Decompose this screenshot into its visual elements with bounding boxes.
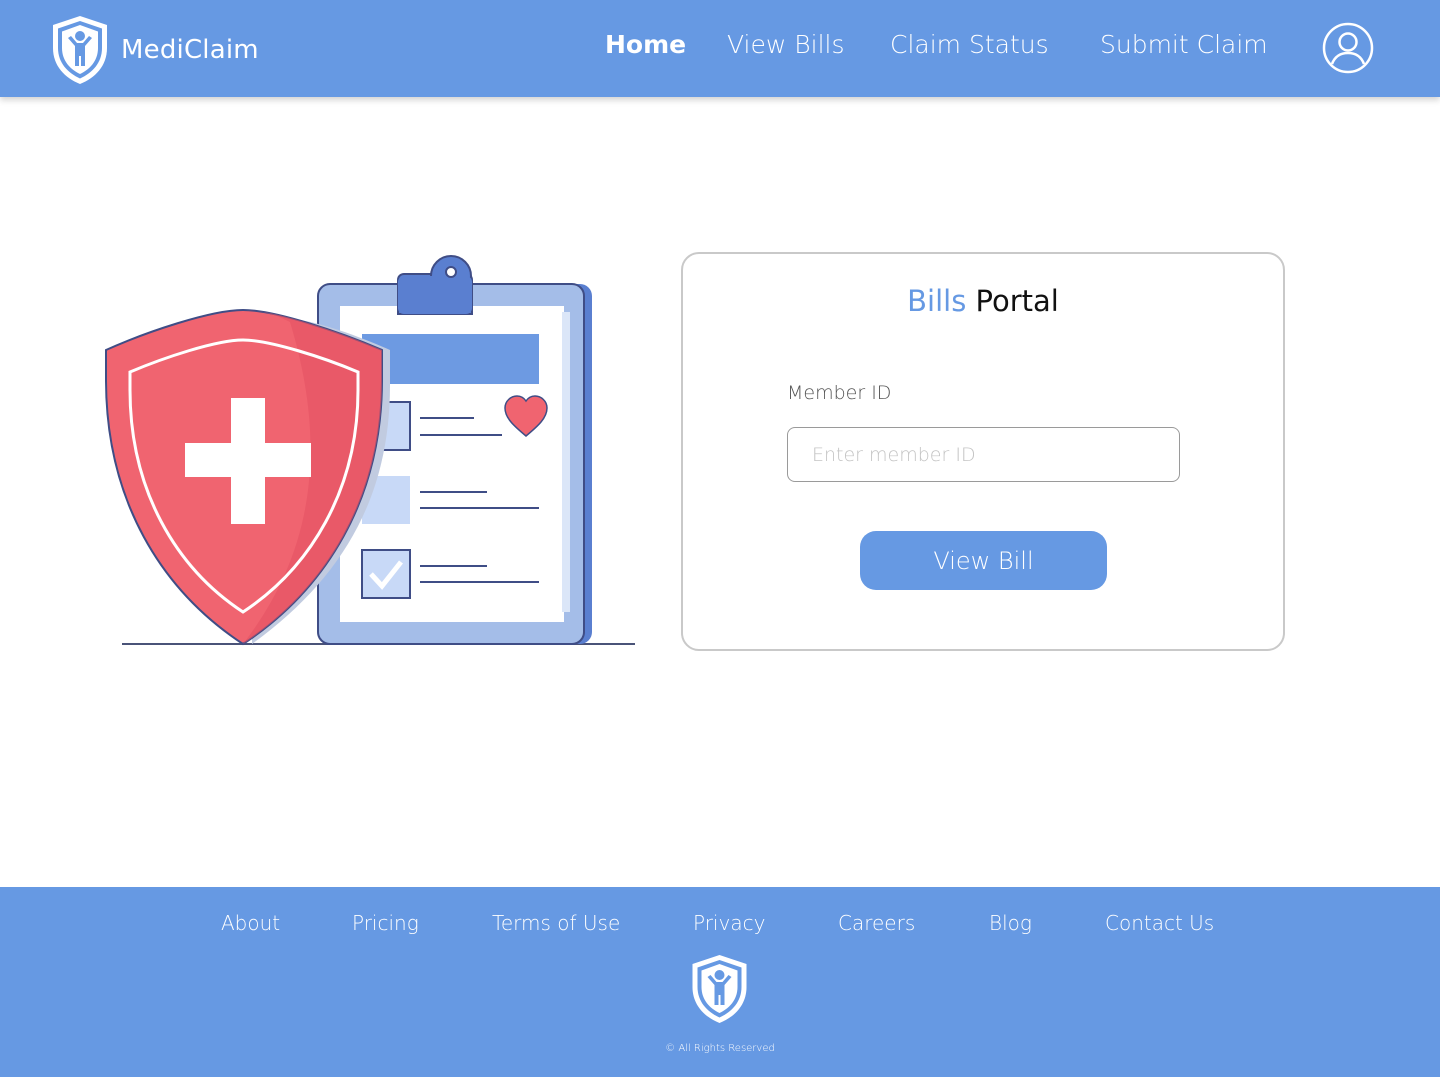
view-bill-button[interactable]: View Bill [860,531,1107,590]
bills-portal-card: Bills Portal Member ID View Bill [681,252,1285,651]
portal-title-rest: Portal [975,284,1059,318]
member-id-label: Member ID [787,382,892,404]
nav-home[interactable]: Home [605,30,686,59]
portal-title: Bills Portal [683,284,1283,318]
footer-link-about[interactable]: About [221,911,280,935]
footer-link-blog[interactable]: Blog [989,911,1032,935]
footer-link-pricing[interactable]: Pricing [352,911,419,935]
user-circle-icon[interactable] [1322,22,1374,74]
shield-person-icon [53,16,107,84]
copyright-text: © All Rights Reserved [665,1043,775,1054]
footer-link-contact[interactable]: Contact Us [1105,911,1214,935]
nav-view-bills[interactable]: View Bills [727,30,845,59]
brand-name: MediClaim [121,35,259,65]
brand[interactable]: MediClaim [49,14,259,86]
member-id-input[interactable] [787,427,1180,482]
footer-link-privacy[interactable]: Privacy [693,911,765,935]
nav-claim-status[interactable]: Claim Status [890,30,1049,59]
top-navbar: MediClaim Home View Bills Claim Status S… [0,0,1440,97]
footer-link-terms[interactable]: Terms of Use [492,911,620,935]
shield-person-icon [692,955,747,1023]
portal-title-accent: Bills [907,284,967,318]
nav-submit-claim[interactable]: Submit Claim [1100,30,1268,59]
footer: About Pricing Terms of Use Privacy Caree… [0,887,1440,1077]
footer-link-careers[interactable]: Careers [838,911,915,935]
medical-shield-clipboard-illustration [105,255,635,646]
